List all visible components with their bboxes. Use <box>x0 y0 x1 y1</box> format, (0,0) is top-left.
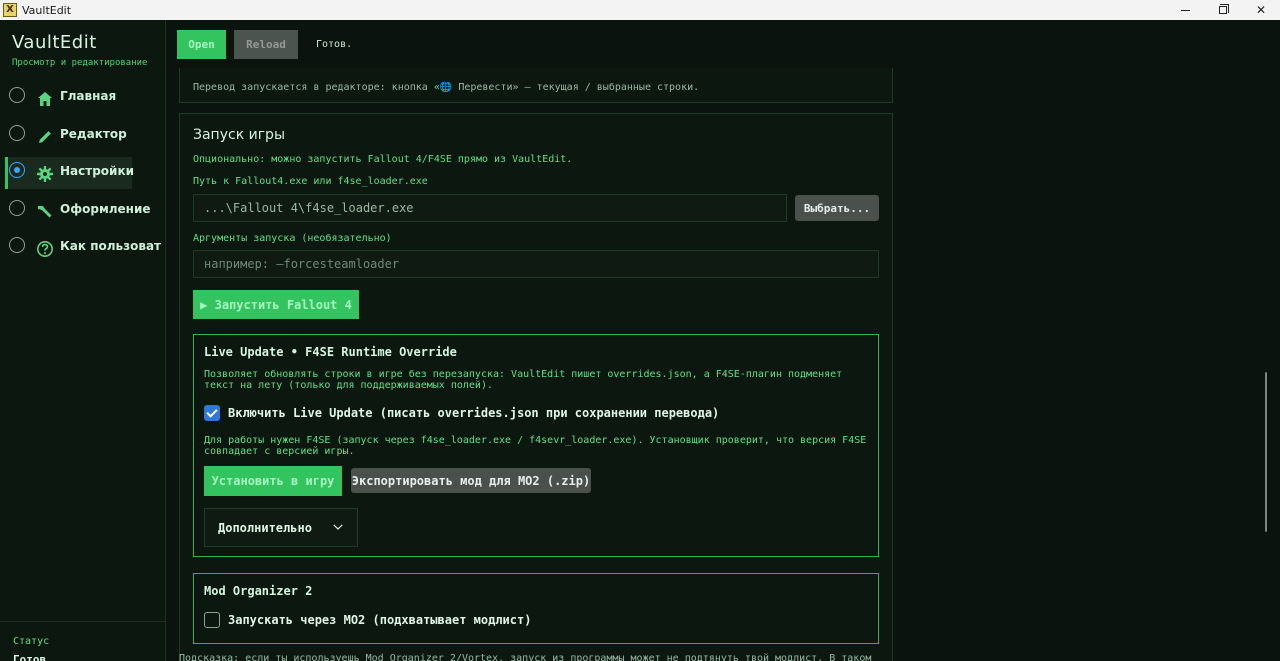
sidebar-item-home[interactable]: Главная <box>0 82 166 114</box>
window-controls: ✕ <box>1166 0 1280 20</box>
mo2-title: Mod Organizer 2 <box>204 584 313 598</box>
translation-card: Перевод запускается в редакторе: кнопка … <box>179 68 893 103</box>
live-update-title: Live Update • F4SE Runtime Override <box>204 345 457 359</box>
chevron-down-icon <box>333 524 343 530</box>
radio-indicator <box>9 124 25 141</box>
sidebar-item-label: Редактор <box>60 126 127 141</box>
toolbar-status-text: Готов. <box>316 39 353 50</box>
advanced-dropdown[interactable]: Дополнительно <box>204 508 358 547</box>
args-label: Аргументы запуска (необязательно) <box>193 233 392 244</box>
pencil-icon <box>39 130 51 143</box>
open-button[interactable]: Open <box>177 30 226 59</box>
sidebar-item-editor[interactable]: Редактор <box>0 120 166 152</box>
translation-hint-text: Перевод запускается в редакторе: кнопка … <box>193 82 700 93</box>
window-titlebar: X VaultEdit ✕ <box>0 0 1280 20</box>
brush-icon <box>38 205 52 217</box>
vertical-scrollbar[interactable] <box>1265 372 1267 532</box>
brand-title: VaultEdit <box>12 32 97 53</box>
live-update-description: Позволяет обновлять строки в игре без пе… <box>204 369 843 391</box>
status-value: Готов <box>13 653 47 661</box>
app-logo-icon: X <box>3 3 17 17</box>
launch-args-input[interactable] <box>193 250 879 278</box>
close-button[interactable]: ✕ <box>1242 0 1280 20</box>
sidebar-item-label: Оформление <box>60 201 151 216</box>
sidebar-item-help[interactable]: Как пользоватьс <box>0 232 166 264</box>
sidebar-item-label: Главная <box>60 89 117 103</box>
live-update-checkbox-row[interactable]: Включить Live Update (писать overrides.j… <box>204 405 719 421</box>
browse-button[interactable]: Выбрать... <box>795 195 879 221</box>
sidebar: VaultEdit Просмотр и редактирование Глав… <box>0 20 166 661</box>
maximize-button[interactable] <box>1204 0 1242 20</box>
mo2-card: Mod Organizer 2 Запускать через MO2 (под… <box>193 573 879 644</box>
live-update-note: Для работы нужен F4SE (запуск через f4se… <box>204 435 867 457</box>
radio-indicator <box>9 162 25 178</box>
launch-section-title: Запуск игры <box>193 127 285 143</box>
game-path-input[interactable] <box>193 194 787 222</box>
reload-button[interactable]: Reload <box>234 30 298 59</box>
mo2-checkbox-row[interactable]: Запускать через MO2 (подхватывает модлис… <box>204 612 531 628</box>
brand: VaultEdit Просмотр и редактирование <box>12 32 162 68</box>
sidebar-item-settings[interactable]: Настройки <box>0 157 166 189</box>
launch-game-card: Запуск игры Опционально: можно запустить… <box>179 113 893 661</box>
help-icon <box>37 241 53 257</box>
sidebar-item-label: Настройки <box>60 164 135 178</box>
export-mo2-button[interactable]: Экспортировать мод для MO2 (.zip) <box>351 468 591 493</box>
toolbar: Open Reload Готов. <box>166 20 1280 68</box>
window-title: VaultEdit <box>22 3 72 17</box>
minimize-icon <box>1180 9 1190 11</box>
launch-description: Опционально: можно запустить Fallout 4/F… <box>193 154 573 165</box>
home-icon <box>38 92 52 106</box>
live-update-checkbox-label: Включить Live Update (писать overrides.j… <box>228 406 720 420</box>
status-panel: Статус Готов <box>0 621 166 661</box>
radio-indicator <box>9 199 25 216</box>
close-icon: ✕ <box>1255 3 1267 17</box>
radio-indicator <box>9 87 25 103</box>
minimize-button[interactable] <box>1166 0 1204 20</box>
sidebar-item-appearance[interactable]: Оформление <box>0 195 166 227</box>
gear-icon <box>37 166 53 182</box>
sidebar-item-label: Как пользоватьс <box>60 239 162 253</box>
radio-indicator <box>9 237 25 253</box>
mo2-hint-text: Подсказка: если ты используешь Mod Organ… <box>179 653 872 661</box>
advanced-dropdown-label: Дополнительно <box>218 520 312 535</box>
settings-content: Перевод запускается в редакторе: кнопка … <box>166 68 1266 661</box>
live-update-checkbox[interactable] <box>204 405 220 421</box>
brand-subtitle: Просмотр и редактирование <box>12 58 148 68</box>
sidebar-nav: Главная Редактор Настройки Оформление Ка… <box>0 82 166 270</box>
mo2-checkbox-label: Запускать через MO2 (подхватывает модлис… <box>228 613 532 627</box>
maximize-icon <box>1219 4 1229 14</box>
live-update-card: Live Update • F4SE Runtime Override Позв… <box>193 334 879 557</box>
mo2-checkbox[interactable] <box>204 612 220 628</box>
path-label: Путь к Fallout4.exe или f4se_loader.exe <box>193 176 428 187</box>
install-button[interactable]: Установить в игру <box>204 466 342 496</box>
launch-game-button[interactable]: ▶ Запустить Fallout 4 <box>193 290 359 319</box>
status-label: Статус <box>13 636 50 647</box>
